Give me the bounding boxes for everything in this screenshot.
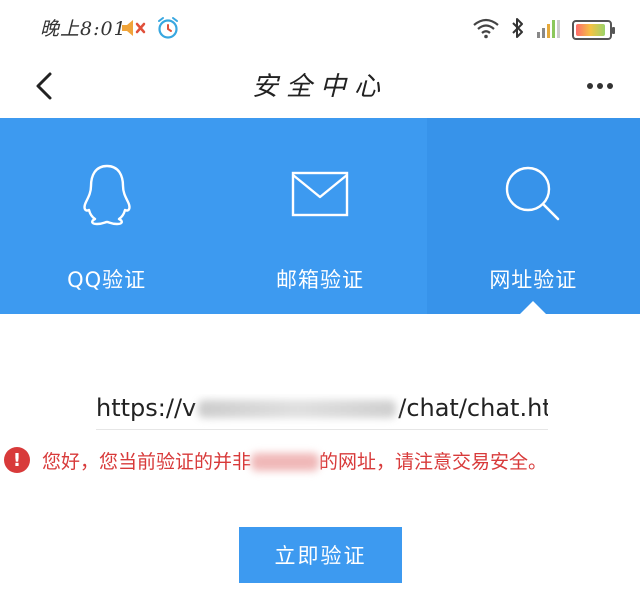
tab-label: 网址验证: [489, 268, 578, 292]
more-button[interactable]: [578, 64, 622, 108]
mute-icon: [120, 17, 150, 43]
warning-text: 您好，您当前验证的并非 的网址，请注意交易安全。: [42, 447, 547, 474]
tab-url-verify[interactable]: 网址验证: [426, 118, 640, 315]
status-bar: 晚上8:01: [0, 0, 640, 56]
status-left-icons: [120, 16, 180, 44]
url-field[interactable]: https://v/chat/chat.htm: [96, 394, 548, 430]
nav-bar: 安全中心: [0, 56, 640, 118]
tab-email-verify[interactable]: 邮箱验证: [213, 118, 426, 314]
warning-message: ! 您好，您当前验证的并非 的网址，请注意交易安全。: [4, 444, 640, 476]
alarm-icon: [156, 16, 180, 44]
page-title: 安全中心: [251, 72, 388, 102]
url-suffix: /chat/chat.htm: [398, 394, 548, 422]
bluetooth-icon: [510, 16, 526, 44]
url-prefix: https://v: [96, 394, 197, 422]
battery-icon: [572, 20, 615, 40]
active-tab-pointer: [519, 301, 548, 315]
more-dot: [597, 83, 603, 89]
wifi-icon: [472, 17, 500, 43]
warning-text-before: 您好，您当前验证的并非: [42, 450, 252, 473]
warning-text-after: 的网址，请注意交易安全。: [319, 450, 548, 473]
alert-icon: !: [4, 447, 30, 473]
mail-icon: [291, 162, 349, 226]
search-icon: [503, 162, 563, 226]
more-dot: [587, 83, 593, 89]
tab-qq-verify[interactable]: QQ验证: [0, 118, 213, 314]
verify-tabs: QQ验证 邮箱验证 网址验证: [0, 118, 640, 315]
battery-fill: [576, 24, 605, 36]
qq-penguin-icon: [79, 162, 135, 226]
tab-label: 邮箱验证: [275, 268, 364, 292]
more-dot: [607, 83, 613, 89]
redacted-site-name: [251, 453, 320, 471]
status-right-icons: [472, 16, 615, 44]
tab-label: QQ验证: [67, 268, 147, 292]
redacted-url-part: [198, 400, 397, 418]
signal-icon: [536, 17, 562, 43]
status-time: 晚上8:01: [40, 18, 127, 40]
verify-now-button[interactable]: 立即验证: [239, 527, 402, 583]
